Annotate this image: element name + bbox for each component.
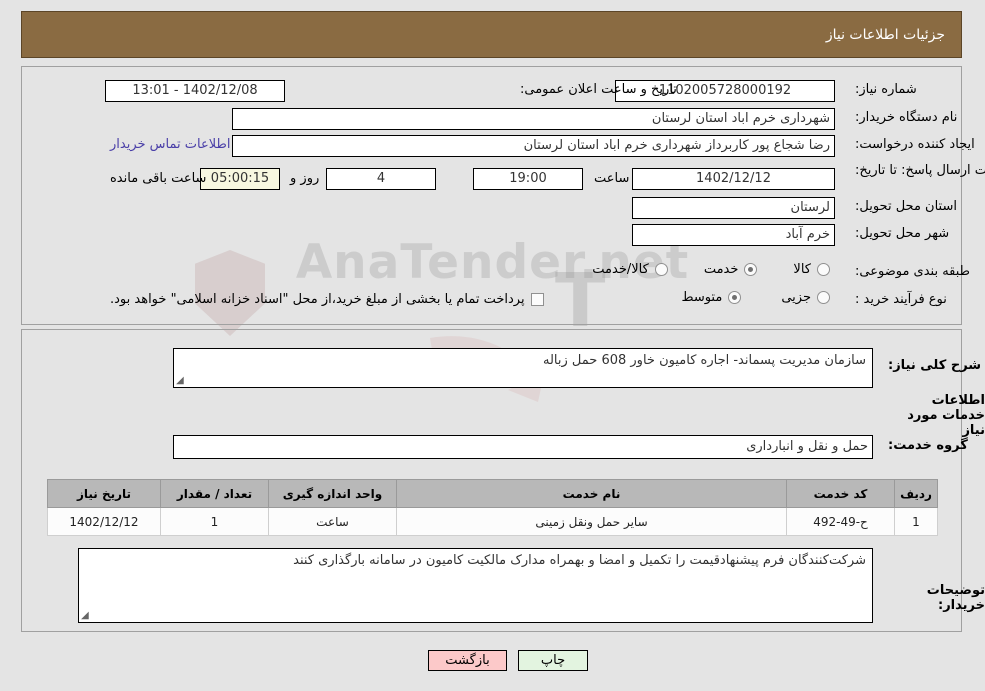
category-option-khedmat[interactable]: خدمت [704,262,758,277]
public-announce-row: تاریخ و ساعت اعلان عمومی: [520,82,677,97]
page-title: جزئیات اطلاعات نیاز [825,26,945,43]
buyer-contact-link[interactable]: اطلاعات تماس خریدار [110,137,230,152]
treasury-checkbox-label: پرداخت تمام یا بخشی از مبلغ خرید،از محل … [110,292,525,307]
resize-grip-icon[interactable]: ◣ [176,375,186,386]
print-button[interactable]: چاپ [518,650,588,671]
public-announce-label: تاریخ و ساعت اعلان عمومی: [520,82,677,97]
remaining-label: ساعت باقی مانده [110,171,207,186]
general-desc-label: شرح کلی نیاز: [888,358,982,373]
back-button[interactable]: بازگشت [428,650,507,671]
col-unit: واحد اندازه گیری [268,479,397,508]
col-service-code: کد خدمت [786,479,895,508]
radio-motevaset[interactable] [728,291,742,304]
col-service-name: نام خدمت [396,479,787,508]
page-root: T AnaTender.net جزئیات اطلاعات نیاز شمار… [0,0,985,691]
category-option-khedmat-label: خدمت [703,262,739,277]
process-options: جزیی متوسط [640,290,830,305]
treasury-checkbox[interactable] [530,293,544,306]
cell-quantity: 1 [160,507,269,536]
city-row: شهر محل تحویل: [855,226,949,241]
category-option-kala-label: کالا [793,262,811,277]
process-option-jozi-label: جزیی [781,290,811,305]
table-header-row: ردیف کد خدمت نام خدمت واحد اندازه گیری ت… [47,479,938,508]
province-label: استان محل تحویل: [855,199,957,214]
col-quantity: تعداد / مقدار [160,479,269,508]
resize-grip-icon-notes[interactable]: ◣ [81,610,91,621]
radio-jozi[interactable] [817,291,830,304]
col-need-date: تاریخ نیاز [47,479,161,508]
category-options: کالا خدمت کالا/خدمت [540,262,830,277]
buyer-notes-label: توضیحات خریدار: [926,583,985,613]
category-option-kala[interactable]: کالا [793,262,830,277]
requester-label: ایجاد کننده درخواست: [855,137,975,152]
process-option-motevaset-label: متوسط [681,290,723,305]
cell-service-code: ح-49-492 [786,507,895,536]
services-section-heading: اطلاعات خدمات مورد نیاز [907,393,985,438]
category-option-kala-khedmat-label: کالا/خدمت [592,262,649,277]
process-option-motevaset[interactable]: متوسط [681,290,742,305]
service-group-label: گروه خدمت: [888,438,968,453]
col-row-no: ردیف [894,479,938,508]
cell-row-no: 1 [894,507,938,536]
countdown-value: 05:00:15 [200,168,280,190]
category-label: طبقه بندی موضوعی: [855,264,971,279]
radio-kala-khedmat[interactable] [654,263,668,276]
services-table: ردیف کد خدمت نام خدمت واحد اندازه گیری ت… [47,479,938,536]
public-announce-value: 1402/12/08 - 13:01 [105,80,285,102]
days-remaining-value: 4 [326,168,436,190]
days-label: روز و [290,171,320,186]
city-value: خرم آباد [632,224,835,246]
requester-value: رضا شجاع پور کاربرداز شهرداری خرم اباد ا… [232,135,835,157]
radio-kala[interactable] [817,263,830,276]
cell-service-name: سایر حمل ونقل زمینی [396,507,787,536]
need-info-panel [21,66,962,325]
cell-unit: ساعت [268,507,397,536]
process-option-jozi[interactable]: جزیی [781,290,830,305]
deadline-date-value: 1402/12/12 [632,168,835,190]
general-desc-value: سازمان مدیریت پسماند- اجاره کامیون خاور … [542,353,866,368]
requester-row: ایجاد کننده درخواست: [855,137,975,152]
buyer-notes-value: شرکت‌کنندگان فرم پیشنهادقیمت را تکمیل و … [293,553,866,568]
category-option-kala-khedmat[interactable]: کالا/خدمت [592,262,668,277]
province-row: استان محل تحویل: [855,199,957,214]
buyer-org-value: شهرداری خرم اباد استان لرستان [232,108,835,130]
buyer-notes-textarea[interactable]: شرکت‌کنندگان فرم پیشنهادقیمت را تکمیل و … [78,548,873,623]
deadline-label: مهلت ارسال پاسخ: تا تاریخ: [855,163,985,178]
buyer-org-row: نام دستگاه خریدار: [855,110,957,125]
service-group-value: حمل و نقل و انبارداری [173,435,873,459]
need-number-label: شماره نیاز: [855,82,917,97]
radio-khedmat[interactable] [744,263,758,276]
table-row: 1 ح-49-492 سایر حمل ونقل زمینی ساعت 1 14… [47,507,938,536]
cell-need-date: 1402/12/12 [47,507,161,536]
hour-value: 19:00 [473,168,583,190]
general-desc-textarea[interactable]: سازمان مدیریت پسماند- اجاره کامیون خاور … [173,348,873,388]
city-label: شهر محل تحویل: [855,226,950,241]
category-row-label: طبقه بندی موضوعی: [855,264,970,279]
page-header: جزئیات اطلاعات نیاز [21,11,962,58]
treasury-checkbox-group[interactable]: پرداخت تمام یا بخشی از مبلغ خرید،از محل … [110,292,544,307]
process-label: نوع فرآیند خرید : [855,292,947,307]
process-row-label: نوع فرآیند خرید : [855,292,947,307]
province-value: لرستان [632,197,835,219]
buyer-org-label: نام دستگاه خریدار: [855,110,958,125]
need-number-row: شماره نیاز: [855,82,917,97]
hour-label: ساعت [594,171,630,186]
deadline-row: مهلت ارسال پاسخ: تا تاریخ: [855,163,985,178]
